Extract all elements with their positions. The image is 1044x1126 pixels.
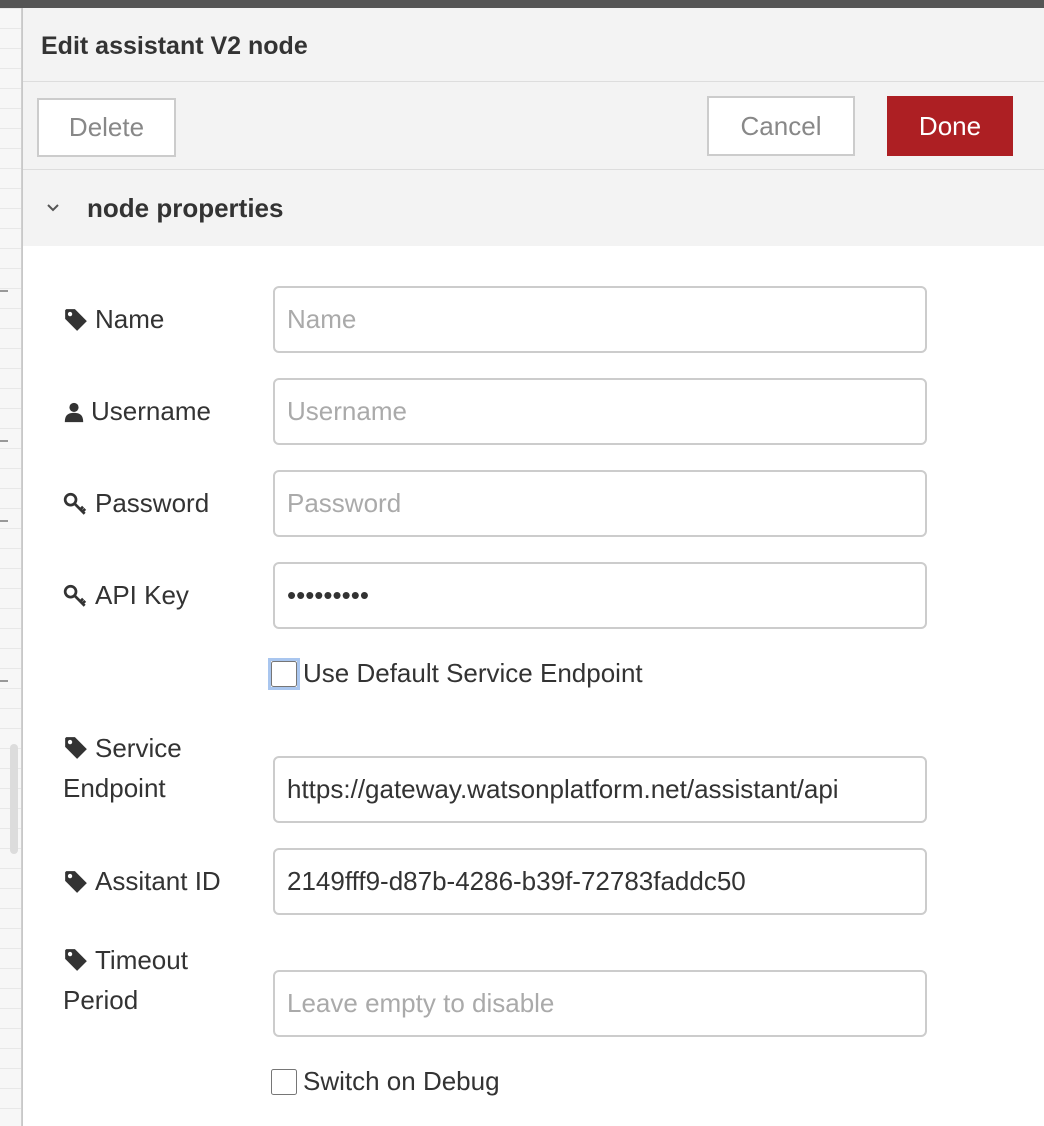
use-default-endpoint-checkbox[interactable] bbox=[268, 657, 300, 690]
wire-fragment bbox=[0, 520, 8, 522]
name-input[interactable] bbox=[273, 286, 927, 353]
wire-fragment bbox=[0, 290, 8, 292]
tag-icon bbox=[65, 737, 87, 759]
debug-row[interactable]: Switch on Debug bbox=[271, 1066, 500, 1097]
tag-icon bbox=[65, 870, 87, 893]
node-properties-section-toggle[interactable]: node properties bbox=[23, 170, 1044, 246]
workspace-scrollbar[interactable] bbox=[10, 744, 18, 854]
wire-fragment bbox=[0, 680, 8, 682]
edit-tray: Edit assistant V2 node Delete Cancel Don… bbox=[22, 8, 1044, 1126]
username-input[interactable] bbox=[273, 378, 927, 445]
tray-toolbar: Delete Cancel Done bbox=[23, 82, 1044, 170]
done-button[interactable]: Done bbox=[887, 96, 1013, 156]
assistant-id-input[interactable] bbox=[273, 848, 927, 915]
tray-title: Edit assistant V2 node bbox=[23, 8, 1044, 82]
cancel-button[interactable]: Cancel bbox=[707, 96, 855, 156]
service-endpoint-label: Service Endpoint bbox=[63, 733, 182, 803]
chevron-down-icon bbox=[47, 204, 59, 212]
assistant-id-label: Assitant ID bbox=[63, 866, 221, 897]
tag-icon bbox=[65, 949, 87, 971]
timeout-period-label: Timeout Period bbox=[63, 945, 188, 1015]
node-properties-form: Name Username Password API Key bbox=[23, 246, 1044, 1126]
api-key-input[interactable] bbox=[273, 562, 927, 629]
delete-button[interactable]: Delete bbox=[37, 98, 176, 157]
password-label: Password bbox=[63, 488, 209, 519]
wire-fragment bbox=[0, 440, 8, 442]
service-endpoint-input[interactable] bbox=[273, 756, 927, 823]
key-icon bbox=[63, 584, 87, 607]
api-key-label: API Key bbox=[63, 580, 189, 611]
use-default-endpoint-row[interactable]: Use Default Service Endpoint bbox=[268, 657, 643, 690]
workspace-edge bbox=[0, 8, 22, 1126]
timeout-period-input[interactable] bbox=[273, 970, 927, 1037]
top-bar bbox=[0, 0, 1044, 8]
username-label: Username bbox=[63, 396, 211, 427]
key-icon bbox=[63, 492, 87, 515]
user-icon bbox=[64, 402, 84, 422]
section-title: node properties bbox=[87, 192, 284, 223]
debug-checkbox[interactable] bbox=[271, 1068, 297, 1095]
name-label: Name bbox=[63, 304, 164, 335]
password-input[interactable] bbox=[273, 470, 927, 537]
tag-icon bbox=[65, 308, 87, 331]
